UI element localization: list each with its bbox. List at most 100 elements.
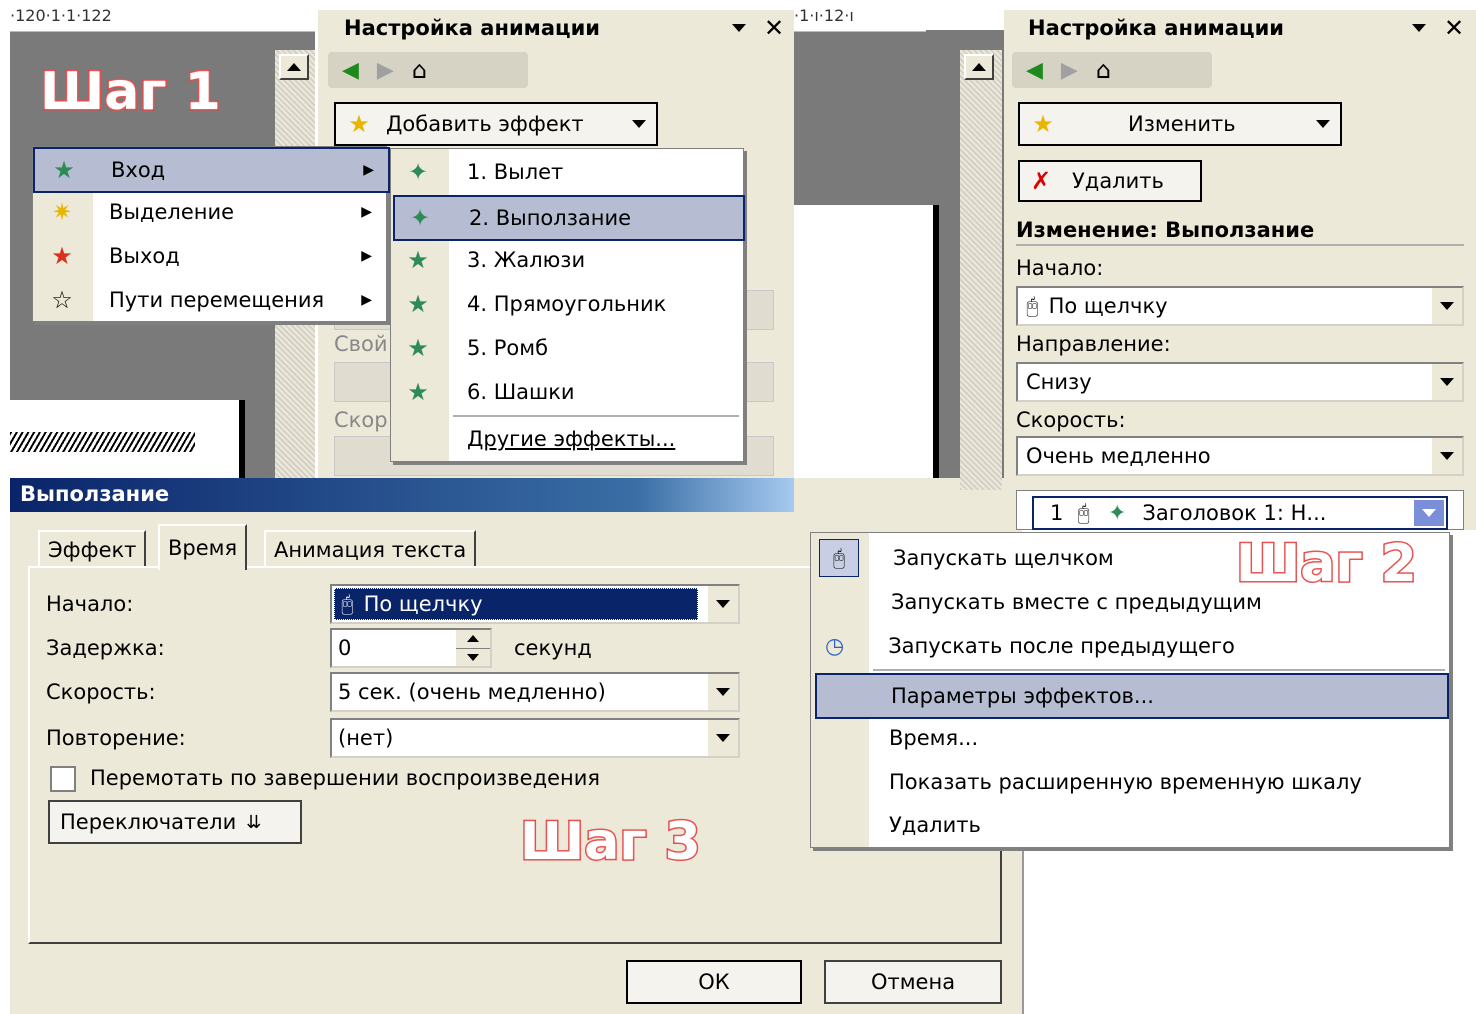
menu-item-entrance[interactable]: ★ Вход ▶ [33, 147, 390, 193]
menu-label: Удалить [889, 813, 981, 837]
menu-item-exit[interactable]: ★ Выход ▶ [33, 235, 386, 277]
menu-item-motion-paths[interactable]: ☆ Пути перемещения ▶ [33, 279, 386, 321]
motion-path-star-icon: ☆ [51, 286, 73, 314]
effect-crawl-in[interactable]: ✦ 2. Выползание [393, 195, 745, 241]
repeat-label: Повторение: [46, 726, 186, 750]
dialog-title: Выползание [20, 482, 170, 506]
add-effect-star-icon: ★ [348, 110, 370, 138]
entrance-star-icon: ★ [53, 156, 75, 184]
effect-category-menu: ★ Вход ▶ ✷ Выделение ▶ ★ Выход ▶ ☆ Пути … [32, 146, 390, 322]
menu-remove[interactable]: Удалить [811, 805, 1449, 845]
selection-hatch [10, 432, 195, 452]
effect-star-icon: ✦ [1107, 500, 1127, 526]
effect-checkerboard[interactable]: ★ 6. Шашки [391, 371, 743, 413]
effect-fly-in[interactable]: ✦ 1. Вылет [391, 151, 743, 193]
list-item-dropdown-icon[interactable] [1414, 500, 1444, 526]
delete-star-icon: ✗ [1030, 167, 1052, 195]
effect-label: 3. Жалюзи [467, 248, 586, 272]
menu-label: Показать расширенную временную шкалу [889, 770, 1362, 794]
left-pane-menu-arrow-icon[interactable] [732, 24, 746, 32]
menu-item-label: Выделение [109, 200, 235, 224]
tab-text-animation[interactable]: Анимация текста [264, 530, 477, 568]
step3-label: Шаг 3 [519, 811, 703, 874]
effect-blinds[interactable]: ★ 3. Жалюзи [391, 239, 743, 281]
speed-select[interactable]: 5 сек. (очень медленно) [330, 672, 740, 712]
repeat-select-value: (нет) [338, 726, 394, 750]
cancel-label: Отмена [870, 970, 956, 994]
delay-stepper[interactable]: 0 [330, 628, 492, 668]
rewind-label: Перемотать по завершении воспроизведения [90, 766, 601, 790]
emphasis-star-icon: ✷ [51, 198, 73, 226]
ok-label: ОК [698, 970, 730, 994]
back-icon[interactable]: ◀ [1026, 58, 1043, 83]
obscured-label-1: Свой [334, 332, 388, 356]
effect-label: 1. Вылет [467, 160, 564, 184]
forward-icon[interactable]: ▶ [1061, 58, 1078, 83]
right-start-select[interactable]: 🖰 По щелчку [1016, 286, 1464, 326]
list-item-text: Заголовок 1: Н... [1142, 501, 1327, 525]
obscured-label-2: Скор [334, 408, 388, 432]
right-scrollbar[interactable] [960, 50, 1002, 490]
more-effects[interactable]: Другие эффекты... [391, 419, 743, 459]
start-select-arrow[interactable] [706, 586, 738, 622]
effect-diamond[interactable]: ★ 5. Ромб [391, 327, 743, 369]
section-title: Изменение: Выползание [1016, 218, 1315, 242]
right-task-pane: Настройка анимации ✕ ◀ ▶ ⌂ ★ Изменить ✗ … [1004, 10, 1476, 530]
delay-unit: секунд [514, 636, 592, 660]
right-speed-value: Очень медленно [1026, 444, 1211, 468]
effect-label: 4. Прямоугольник [467, 292, 667, 316]
change-label: Изменить [1128, 112, 1236, 136]
right-start-arrow[interactable] [1430, 288, 1462, 324]
effect-box[interactable]: ★ 4. Прямоугольник [391, 283, 743, 325]
start-select[interactable]: 🖰 По щелчку [330, 584, 740, 624]
delete-button[interactable]: ✗ Удалить [1018, 160, 1202, 202]
add-effect-button[interactable]: ★ Добавить эффект [334, 102, 658, 146]
ok-button[interactable]: ОК [626, 960, 802, 1004]
exit-star-icon: ★ [51, 242, 73, 270]
menu-show-advanced-timeline[interactable]: Показать расширенную временную шкалу [811, 761, 1449, 803]
direction-value: Снизу [1026, 370, 1092, 394]
direction-select[interactable]: Снизу [1016, 362, 1464, 402]
tab-effect[interactable]: Эффект [38, 530, 147, 568]
direction-arrow[interactable] [1430, 364, 1462, 400]
right-pane-menu-arrow-icon[interactable] [1412, 24, 1426, 32]
delete-label: Удалить [1072, 169, 1164, 193]
menu-label: Параметры эффектов... [891, 684, 1154, 708]
tab-label: Время [168, 536, 238, 560]
right-speed-select[interactable]: Очень медленно [1016, 436, 1464, 476]
right-scroll-up-button[interactable] [964, 54, 994, 80]
effect-star-icon: ✦ [409, 204, 431, 232]
rewind-checkbox[interactable] [50, 766, 76, 792]
menu-effect-options[interactable]: Параметры эффектов... [815, 673, 1449, 719]
left-pane-close-icon[interactable]: ✕ [764, 14, 784, 42]
right-pane-close-icon[interactable]: ✕ [1444, 14, 1464, 42]
right-pane-nav: ◀ ▶ ⌂ [1012, 52, 1212, 88]
speed-select-arrow[interactable] [706, 674, 738, 710]
cancel-button[interactable]: Отмена [824, 960, 1002, 1004]
step2-label: Шаг 2 [1235, 533, 1419, 596]
triggers-button[interactable]: Переключатели ⇊ [48, 800, 302, 844]
left-pane-title: Настройка анимации [344, 16, 600, 40]
right-ruler: ·1·ı·12·ı [794, 0, 926, 32]
tab-timing[interactable]: Время [158, 524, 248, 570]
back-icon[interactable]: ◀ [342, 58, 359, 83]
start-select-value: По щелчку [363, 592, 483, 616]
speed-select-value: 5 сек. (очень медленно) [338, 680, 606, 704]
forward-icon[interactable]: ▶ [377, 58, 394, 83]
mouse-icon: 🖰 [341, 591, 354, 616]
animation-list-item[interactable]: 1 🖰 ✦ Заголовок 1: Н... [1032, 496, 1448, 530]
repeat-select[interactable]: (нет) [330, 718, 740, 758]
home-icon[interactable]: ⌂ [1096, 56, 1111, 84]
change-button[interactable]: ★ Изменить [1018, 102, 1342, 146]
repeat-select-arrow[interactable] [706, 720, 738, 756]
right-speed-arrow[interactable] [1430, 438, 1462, 474]
delay-label: Задержка: [46, 636, 165, 660]
menu-item-label: Выход [109, 244, 180, 268]
home-icon[interactable]: ⌂ [412, 56, 427, 84]
scroll-up-button[interactable] [279, 54, 309, 80]
menu-timing[interactable]: Время... [811, 717, 1449, 759]
stepper-buttons[interactable] [456, 630, 490, 666]
menu-start-after-previous[interactable]: ◷ Запускать после предыдущего [811, 625, 1449, 667]
menu-item-label: Вход [111, 158, 166, 182]
menu-item-emphasis[interactable]: ✷ Выделение ▶ [33, 191, 386, 233]
